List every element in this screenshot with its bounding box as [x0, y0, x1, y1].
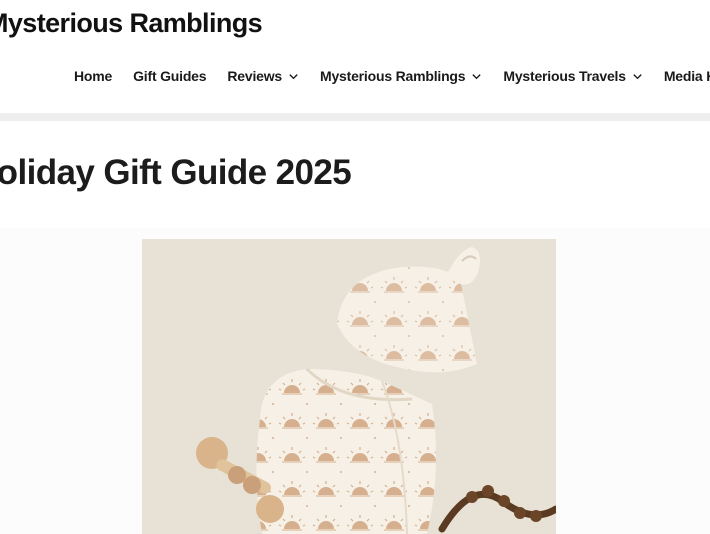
header-divider [0, 113, 710, 121]
site-title-link[interactable]: Mysterious Ramblings [0, 8, 263, 39]
nav-label: Home [74, 68, 113, 84]
chevron-down-icon [289, 73, 298, 79]
nav-item-gift-guides[interactable]: Gift Guides [133, 68, 206, 84]
nav-label: Mysterious Ramblings [320, 68, 466, 84]
chevron-down-icon [633, 73, 642, 79]
hero-image [142, 239, 556, 534]
nav-label: Gift Guides [133, 68, 207, 84]
nav-item-mysterious-ramblings[interactable]: Mysterious Ramblings [320, 68, 482, 84]
nav-item-mysterious-travels[interactable]: Mysterious Travels [503, 68, 642, 84]
baby-swaddle-photo [142, 239, 556, 534]
chevron-down-icon [472, 73, 482, 79]
nav-item-reviews[interactable]: Reviews [227, 68, 299, 84]
post-title: Holiday Gift Guide 2025 [0, 153, 352, 192]
nav-item-home[interactable]: Home [74, 68, 112, 84]
nav-label: Media Kit [663, 68, 710, 84]
nav-label: Mysterious Travels [503, 68, 626, 84]
nav-label: Reviews [227, 68, 282, 84]
nav-item-media-kit[interactable]: Media Kit [664, 68, 710, 84]
main-navigation: Home Gift Guides Reviews Mysterious Ramb… [74, 68, 710, 84]
page: Mysterious Ramblings Home Gift Guides Re… [0, 0, 710, 534]
